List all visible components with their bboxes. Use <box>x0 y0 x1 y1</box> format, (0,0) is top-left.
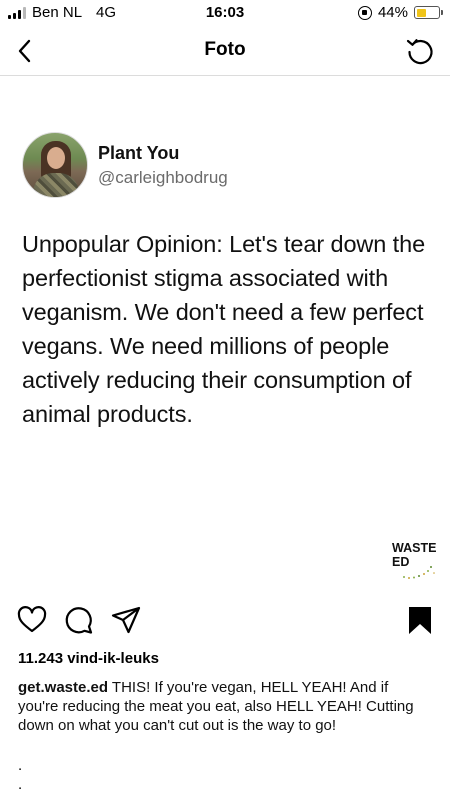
post-image[interactable]: Plant You @carleighbodrug Unpopular Opin… <box>0 77 450 594</box>
avatar <box>22 132 88 198</box>
tweet-text: Unpopular Opinion: Let's tear down the p… <box>22 231 426 427</box>
profile-handle: @carleighbodrug <box>98 167 228 187</box>
watermark-line1: WASTE <box>392 541 437 555</box>
watermark-leaves-icon <box>403 566 435 579</box>
share-icon[interactable] <box>110 604 142 636</box>
caption-dot-2: . <box>18 776 23 793</box>
profile-text: Plant You @carleighbodrug <box>98 142 228 189</box>
battery-icon <box>414 6 443 19</box>
post-actions <box>0 600 450 640</box>
nav-bar: Foto <box>0 26 450 76</box>
caption-username[interactable]: get.waste.ed <box>18 679 108 696</box>
screen: Ben NL 4G 16:03 44% Foto Plant You @carl… <box>0 0 450 800</box>
likes-count[interactable]: 11.243 vind-ik-leuks <box>18 650 159 667</box>
battery-percent: 44% <box>377 4 408 21</box>
caption: get.waste.ed THIS! If you're vegan, HELL… <box>18 678 430 735</box>
caption-dots: . . <box>18 756 22 794</box>
orientation-lock-icon <box>357 5 372 20</box>
tweet-profile: Plant You @carleighbodrug <box>22 132 228 198</box>
status-bar: Ben NL 4G 16:03 44% <box>0 0 450 26</box>
bookmark-icon[interactable] <box>404 604 436 636</box>
watermark-logo: WASTE ED <box>392 541 442 583</box>
status-right: 44% <box>357 4 443 21</box>
profile-name: Plant You <box>98 142 180 163</box>
comment-icon[interactable] <box>63 604 95 636</box>
heart-icon[interactable] <box>16 604 48 636</box>
refresh-icon[interactable] <box>404 35 436 67</box>
page-title: Foto <box>204 39 246 60</box>
caption-dot-1: . <box>18 757 23 774</box>
battery-fill <box>416 8 426 17</box>
